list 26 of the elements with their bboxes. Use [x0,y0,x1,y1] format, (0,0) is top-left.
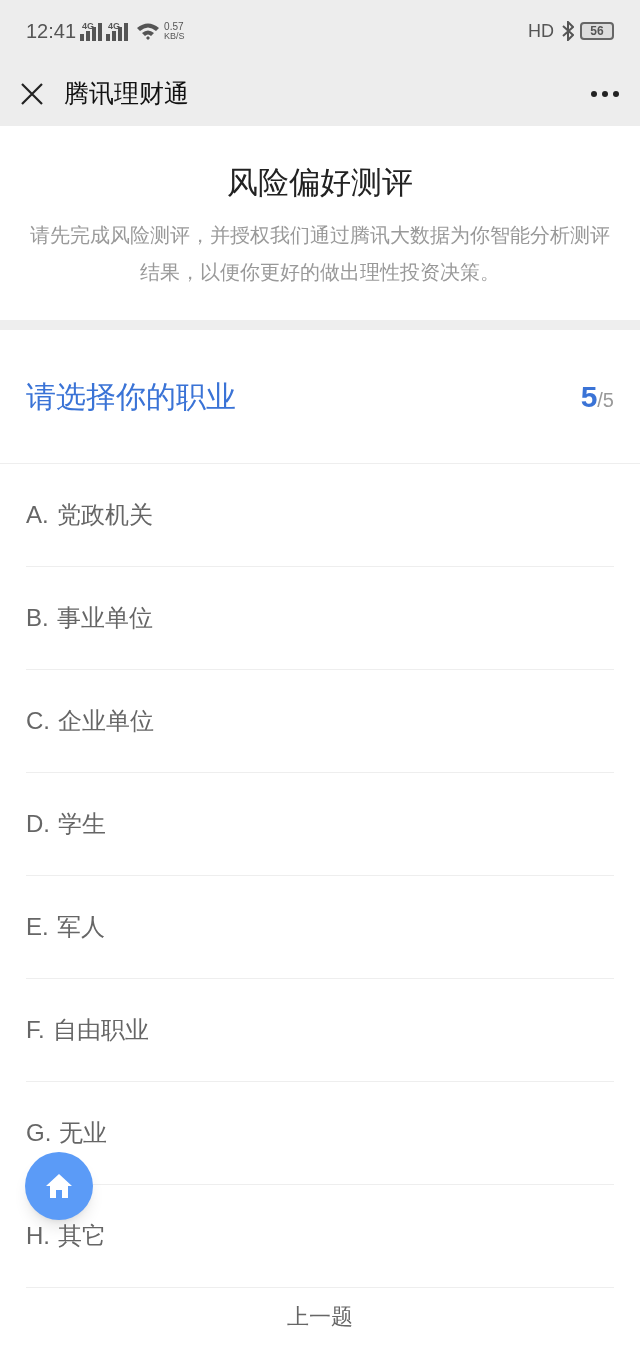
option-row[interactable]: F. 自由职业 [26,979,614,1082]
signal-icon [106,22,129,41]
wifi-icon [136,22,161,40]
option-row[interactable]: A. 党政机关 [26,464,614,567]
signal-icon [80,22,103,41]
network-speed: 0.57 [164,21,185,32]
current-question-number: 5 [580,379,598,415]
total-questions: /5 [597,389,614,413]
close-icon[interactable] [20,82,44,106]
more-icon[interactable] [590,90,620,98]
hd-indicator: HD [528,19,554,43]
previous-question-button[interactable]: 上一题 [287,1300,353,1333]
bluetooth-icon [562,21,574,41]
option-row[interactable]: D. 学生 [26,773,614,876]
speed-unit: KB/S [164,31,185,41]
option-row[interactable]: E. 军人 [26,876,614,979]
option-row[interactable]: B. 事业单位 [26,567,614,670]
status-time: 12:41 [26,19,77,44]
home-icon [45,1173,73,1199]
option-row[interactable]: C. 企业单位 [26,670,614,773]
assessment-title: 风险偏好测评 [227,164,413,202]
battery-indicator: 56 [580,22,614,40]
page-title: 腾讯理财通 [64,78,189,110]
question-title: 请选择你的职业 [26,379,236,415]
assessment-description: 请先完成风险测评，并授权我们通过腾讯大数据为你智能分析测评结果，以便你更好的做出理性投资决策。 [29,222,611,285]
home-button[interactable] [25,1152,93,1220]
